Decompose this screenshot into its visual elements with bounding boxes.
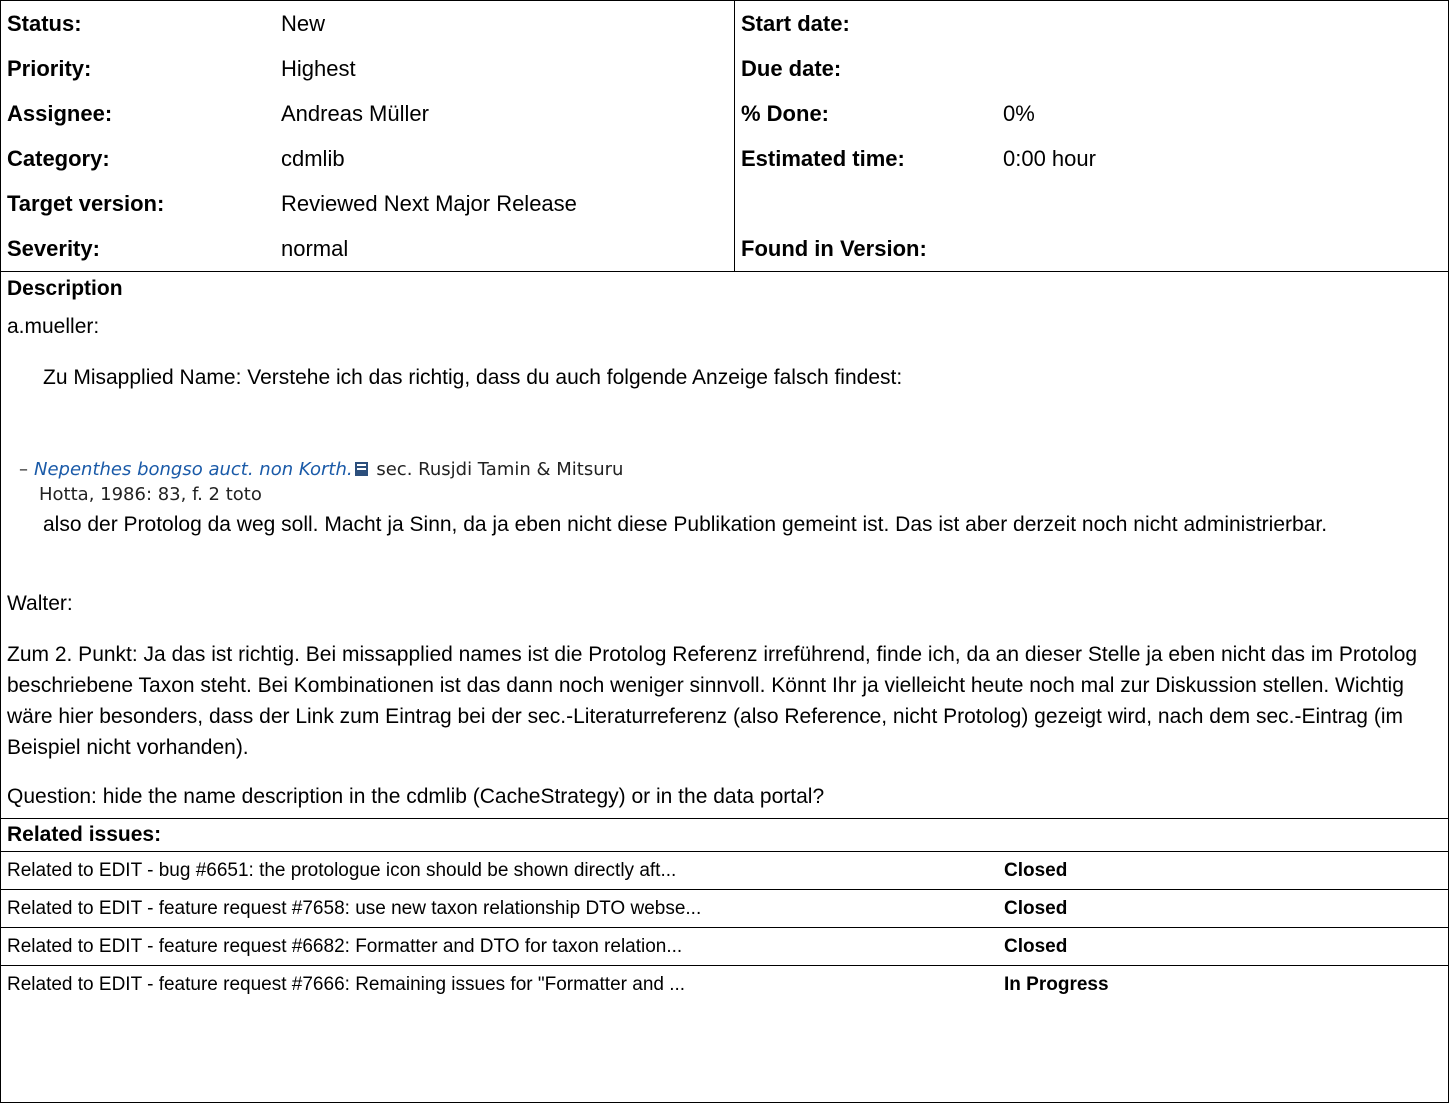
related-issues-heading: Related issues: [1,818,1448,851]
related-issue-link[interactable]: Related to EDIT - feature request #7666:… [1,965,998,1003]
found-in-version-label: Found in Version: [741,235,927,261]
category-label: Category: [7,145,110,171]
status-value: New [275,1,735,46]
done-value: 0% [1003,100,1035,126]
related-issue-status: Closed [998,851,1448,890]
severity-value: normal [275,226,735,271]
description-body: a.mueller: Zu Misapplied Name: Verstehe … [1,311,1448,812]
estimated-time-value: 0:00 hour [1003,145,1096,171]
book-icon[interactable] [354,462,368,476]
screenshot-line-2: Hotta, 1986: 83, f. 2 toto [39,484,262,505]
issue-panel: Status: New Start date: Priority: Highes… [0,0,1449,1103]
quote-protolog: also der Protolog da weg soll. Macht ja … [43,513,1328,536]
related-issues-table: Related to EDIT - bug #6651: the protolo… [1,851,1448,1003]
estimated-time-label: Estimated time: [741,145,905,171]
priority-label: Priority: [7,55,92,81]
screenshot-line-1: – Nepenthes bongso auct. non Korth. sec. … [19,457,1442,482]
attribute-row: Priority: Highest Due date: [1,46,1448,91]
screenshot-dash: – [19,459,28,480]
found-in-version-value [997,226,1448,271]
author-a-mueller: a.mueller: [7,315,100,338]
attribute-row: Status: New Start date: [1,1,1448,46]
taxon-name-link[interactable]: Nepenthes bongso auct. non Korth. [34,459,353,480]
related-issue-row: Related to EDIT - feature request #6682:… [1,927,1448,966]
author-walter: Walter: [7,592,73,615]
priority-value: Highest [275,46,735,91]
assignee-value: Andreas Müller [275,91,735,136]
attribute-row: Assignee: Andreas Müller % Done: 0% [1,91,1448,136]
start-date-label: Start date: [741,10,850,36]
walter-paragraph: Zum 2. Punkt: Ja das ist richtig. Bei mi… [7,643,1418,759]
related-issue-row: Related to EDIT - bug #6651: the protolo… [1,851,1448,890]
embedded-screenshot: – Nepenthes bongso auct. non Korth. sec. … [7,457,1442,507]
attribute-row: Target version: Reviewed Next Major Rele… [1,181,1448,226]
status-label: Status: [7,10,82,36]
empty-label [735,181,998,226]
related-issue-link[interactable]: Related to EDIT - feature request #7658:… [1,889,998,928]
description-heading: Description [1,271,1448,305]
severity-label: Severity: [7,235,100,261]
attribute-row: Category: cdmlib Estimated time: 0:00 ho… [1,136,1448,181]
related-issue-status: Closed [998,889,1448,928]
target-version-label: Target version: [7,190,165,216]
screenshot-sec-text: sec. Rusjdi Tamin & Mitsuru [376,459,624,480]
due-date-value [997,46,1448,91]
empty-value [997,181,1448,226]
done-label: % Done: [741,100,829,126]
due-date-label: Due date: [741,55,842,81]
related-issue-link[interactable]: Related to EDIT - feature request #6682:… [1,927,998,966]
related-issue-row: Related to EDIT - feature request #7666:… [1,965,1448,1003]
related-issue-row: Related to EDIT - feature request #7658:… [1,889,1448,928]
related-issue-status: Closed [998,927,1448,966]
quote-misapplied: Zu Misapplied Name: Verstehe ich das ric… [43,366,903,389]
target-version-value: Reviewed Next Major Release [275,181,735,226]
related-issue-status: In Progress [998,965,1448,1003]
start-date-value [997,1,1448,46]
category-value: cdmlib [275,136,735,181]
assignee-label: Assignee: [7,100,113,126]
question-text: Question: hide the name description in t… [7,785,825,808]
attributes-table: Status: New Start date: Priority: Highes… [1,1,1448,271]
attribute-row: Severity: normal Found in Version: [1,226,1448,271]
related-issue-link[interactable]: Related to EDIT - bug #6651: the protolo… [1,851,998,890]
